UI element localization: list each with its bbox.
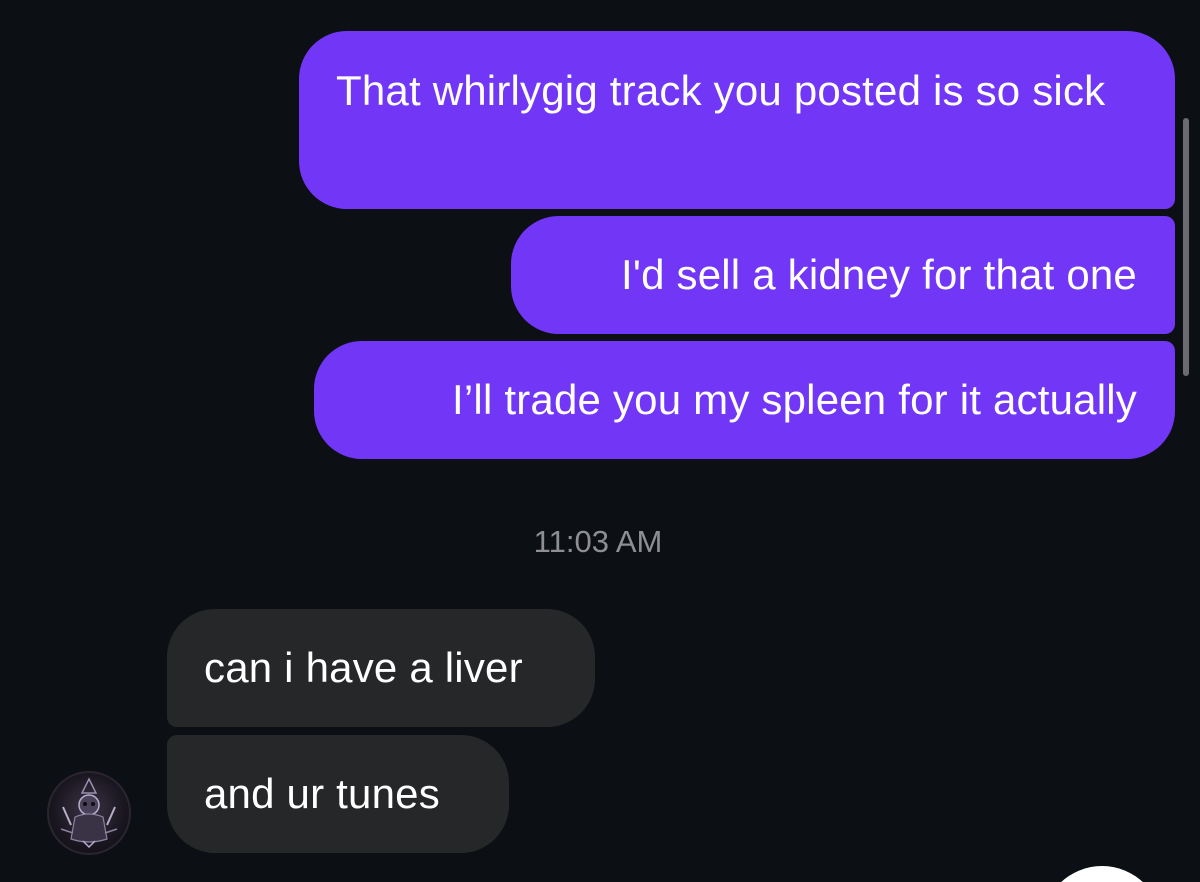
incoming-message[interactable]: can i have a liver — [167, 609, 595, 727]
outgoing-message[interactable]: I’ll trade you my spleen for it actually — [314, 341, 1175, 459]
message-timestamp: 11:03 AM — [533, 524, 663, 559]
message-text: and ur tunes — [204, 770, 440, 817]
outgoing-message[interactable]: I'd sell a kidney for that one — [511, 216, 1175, 334]
sender-avatar-icon[interactable] — [47, 771, 131, 855]
outgoing-message[interactable]: That whirlygig track you posted is so si… — [299, 31, 1175, 209]
message-thread: That whirlygig track you posted is so si… — [0, 0, 1200, 882]
message-text: I’ll trade you my spleen for it actually — [452, 376, 1137, 423]
incoming-message[interactable]: and ur tunes — [167, 735, 509, 853]
message-text: I'd sell a kidney for that one — [621, 251, 1137, 298]
message-text: can i have a liver — [204, 644, 523, 691]
scrollbar[interactable] — [1183, 118, 1189, 376]
avatar-artwork — [60, 777, 118, 849]
floating-button[interactable] — [1042, 866, 1162, 882]
message-text: That whirlygig track you posted is so si… — [336, 67, 1106, 114]
